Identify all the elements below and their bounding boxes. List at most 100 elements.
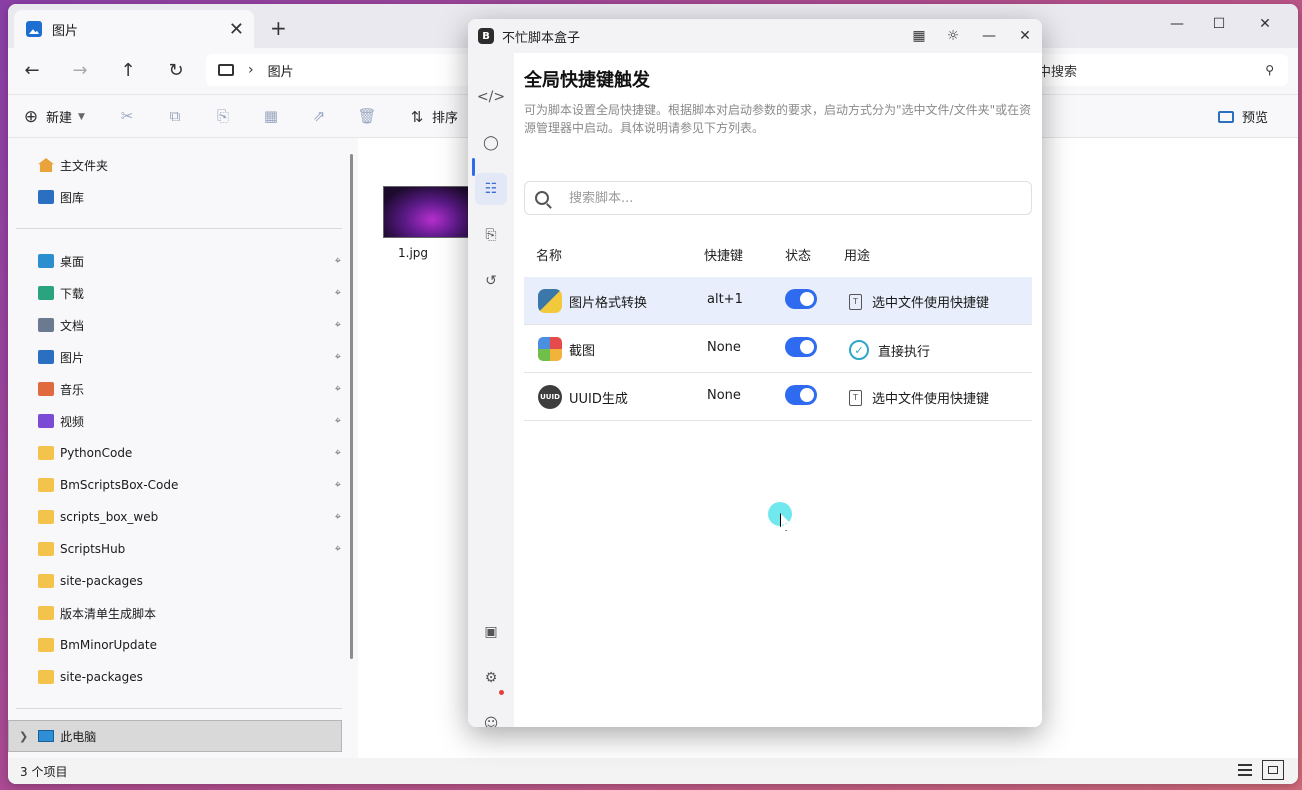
sidebar-item-quick[interactable]: ScriptsHub ⌖ [38, 536, 343, 562]
copy-icon[interactable]: ⧉ [166, 107, 184, 125]
script-hotkey[interactable]: None [707, 340, 741, 355]
table-row[interactable]: 图片格式转换 alt+1 T 选中文件使用快捷键 [524, 277, 1032, 325]
file-thumbnail[interactable] [383, 186, 473, 238]
sidebar-item-home[interactable]: 主文件夹 [38, 152, 343, 178]
sidebar-item-label: 图库 [60, 190, 85, 205]
pin-icon[interactable]: ⌖ [335, 286, 341, 300]
breadcrumb-pictures[interactable]: 图片 [268, 61, 294, 80]
back-button[interactable]: ← [20, 58, 44, 82]
sidebar-item-quick[interactable]: scripts_box_web ⌖ [38, 504, 343, 530]
pin-icon[interactable]: ⌖ [335, 414, 341, 428]
table-row[interactable]: UUID UUID生成 None T 选中文件使用快捷键 [524, 373, 1032, 421]
app-side-rail: </> ◯ ☷ ⎘ ↺ ▣ ⚙ ☺ [468, 53, 514, 727]
chevron-down-icon: ▼ [78, 111, 85, 122]
search-icon: ⚲ [1265, 63, 1274, 77]
sidebar-item-quick[interactable]: 桌面 ⌖ [38, 248, 343, 274]
sidebar-item-quick[interactable]: 音乐 ⌖ [38, 376, 343, 402]
gallery-icon [38, 190, 54, 204]
history-icon[interactable]: ↺ [475, 265, 507, 297]
sidebar-item-gallery[interactable]: 图库 [38, 184, 343, 210]
code-icon[interactable]: </> [475, 81, 507, 113]
rename-icon[interactable]: ▦ [262, 107, 280, 125]
tab-pictures[interactable]: 图片 ✕ [14, 10, 254, 48]
sidebar-item-quick[interactable]: BmScriptsBox-Code ⌖ [38, 472, 343, 498]
theme-sun-icon[interactable]: ☼ [942, 25, 964, 47]
sidebar-item-quick[interactable]: 下载 ⌖ [38, 280, 343, 306]
close-window-button[interactable]: ✕ [1242, 10, 1288, 38]
pin-icon[interactable]: ⌖ [335, 318, 341, 332]
sidebar-item-quick[interactable]: site-packages [38, 568, 343, 594]
sidebar-item-this-pc[interactable]: ❯ 此电脑 [8, 720, 342, 752]
user-avatar-icon[interactable]: ☺ [475, 708, 507, 727]
pin-icon[interactable]: ⌖ [335, 478, 341, 492]
tiles-view-icon[interactable] [1262, 760, 1284, 780]
mouse-icon[interactable]: ◯ [475, 127, 507, 159]
pin-icon[interactable]: ⌖ [335, 382, 341, 396]
file-name[interactable]: 1.jpg [398, 246, 428, 260]
document-icon [38, 318, 54, 332]
script-search-field[interactable] [524, 181, 1032, 215]
pin-icon[interactable]: ⌖ [335, 446, 341, 460]
delete-icon[interactable]: 🗑 [357, 107, 376, 125]
sidebar-item-quick[interactable]: 图片 ⌖ [38, 344, 343, 370]
grid-icon[interactable]: ▦ [908, 25, 930, 47]
store-icon[interactable]: ▣ [475, 616, 507, 648]
minimize-button[interactable]: — [1154, 10, 1200, 38]
monitor-icon [218, 64, 234, 76]
new-button[interactable]: ⊕ 新建 ▼ [22, 106, 85, 127]
sidebar-scrollbar[interactable] [350, 154, 353, 659]
script-search-input[interactable] [569, 190, 969, 206]
script-name: UUID生成 [569, 392, 628, 407]
column-header-usage: 用途 [844, 249, 871, 264]
minimize-icon[interactable]: — [978, 25, 1000, 47]
sidebar-item-quick[interactable]: site-packages [38, 664, 343, 690]
sidebar-item-quick[interactable]: 文档 ⌖ [38, 312, 343, 338]
sidebar-item-label: BmMinorUpdate [60, 638, 157, 652]
close-icon[interactable]: ✕ [1014, 25, 1036, 47]
status-toggle[interactable] [785, 385, 817, 405]
sidebar-item-label: 图片 [60, 350, 85, 365]
search-icon [535, 191, 549, 205]
cut-icon[interactable]: ✂ [118, 107, 136, 125]
chevron-right-icon[interactable]: ❯ [19, 730, 28, 743]
script-hotkey[interactable]: None [707, 388, 741, 403]
sidebar-item-quick[interactable]: PythonCode ⌖ [38, 440, 343, 466]
script-name: 截图 [569, 344, 596, 359]
sort-label: 排序 [432, 111, 459, 126]
new-tab-button[interactable]: + [270, 16, 287, 40]
pin-icon[interactable]: ⌖ [335, 350, 341, 364]
status-toggle[interactable] [785, 337, 817, 357]
sort-button[interactable]: ⇅ 排序 [408, 107, 459, 127]
usage-label: 直接执行 [878, 344, 931, 360]
tab-close-button[interactable]: ✕ [229, 19, 244, 40]
pin-icon[interactable]: ⌖ [335, 254, 341, 268]
pin-icon[interactable]: ⌖ [335, 510, 341, 524]
up-button[interactable]: ↑ [116, 58, 140, 82]
forward-button[interactable]: → [68, 58, 92, 82]
table-row[interactable]: 截图 None ✓ 直接执行 [524, 325, 1032, 373]
maximize-button[interactable]: ☐ [1196, 10, 1242, 38]
sidebar-item-label: 版本清单生成脚本 [60, 606, 157, 621]
share-icon[interactable]: ⇗ [310, 107, 328, 125]
hotkey-icon[interactable]: ☷ [475, 173, 507, 205]
paste-icon[interactable]: ⎘ [214, 107, 232, 125]
script-hotkey[interactable]: alt+1 [707, 292, 743, 307]
sidebar-item-label: site-packages [60, 574, 143, 588]
notification-dot [499, 690, 504, 695]
sidebar-item-quick[interactable]: 视频 ⌖ [38, 408, 343, 434]
sidebar-item-quick[interactable]: 版本清单生成脚本 [38, 600, 343, 626]
sidebar-item-quick[interactable]: BmMinorUpdate [38, 632, 343, 658]
clipboard-icon[interactable]: ⎘ [475, 219, 507, 251]
pin-icon[interactable]: ⌖ [335, 542, 341, 556]
app-titlebar: B 不忙脚本盒子 ▦ ☼ — ✕ [468, 19, 1042, 53]
script-usage: T 选中文件使用快捷键 [849, 388, 989, 407]
preview-button[interactable]: 预览 [1218, 107, 1268, 126]
explorer-search-box[interactable]: 中搜索 ⚲ [1038, 54, 1288, 86]
download-icon [38, 286, 54, 300]
details-view-icon[interactable] [1238, 764, 1252, 776]
status-toggle[interactable] [785, 289, 817, 309]
tab-label: 图片 [52, 23, 79, 39]
usage-label: 选中文件使用快捷键 [872, 392, 990, 407]
plus-circle-icon: ⊕ [23, 106, 39, 127]
refresh-button[interactable]: ↻ [164, 58, 188, 82]
